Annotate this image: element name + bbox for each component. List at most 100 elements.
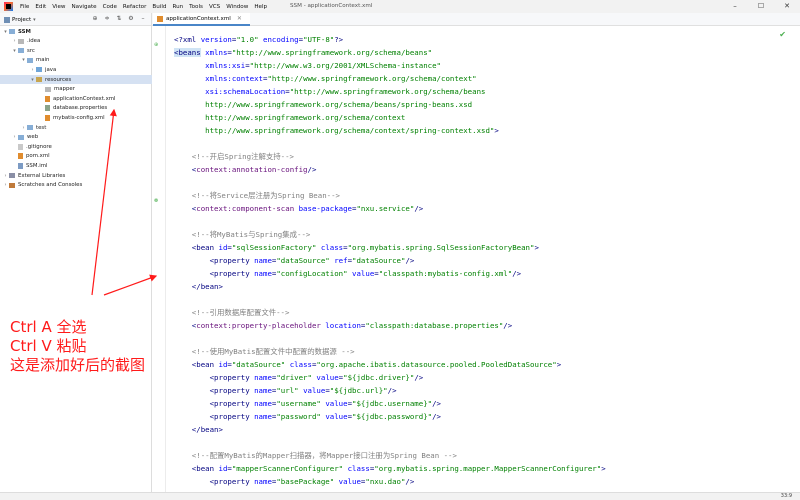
tree-item-label[interactable]: External Libraries <box>18 173 65 179</box>
code-line[interactable]: <context:component-scan base-package="nx… <box>174 202 423 215</box>
menu-item-refactor[interactable]: Refactor <box>120 4 149 10</box>
tree-item-label[interactable]: applicationContext.xml <box>53 96 116 102</box>
code-line[interactable]: <!--开启Spring注解支持--> <box>174 150 294 163</box>
tree-item-label[interactable]: Scratches and Consoles <box>18 182 82 188</box>
menu-item-help[interactable]: Help <box>251 4 270 10</box>
tree-item[interactable]: applicationContext.xml <box>0 94 152 103</box>
code-line[interactable]: xmlns:xsi="http://www.w3.org/2001/XMLSch… <box>174 59 441 72</box>
tree-item-label[interactable]: SSM <box>18 29 31 35</box>
expand-arrow-icon[interactable]: ▾ <box>20 57 27 63</box>
code-line[interactable]: </bean> <box>174 423 223 436</box>
code-line[interactable]: <property name="configLocation" value="c… <box>174 267 522 280</box>
tree-item[interactable]: › web <box>0 133 152 142</box>
code-line[interactable]: <bean id="dataSource" class="org.apache.… <box>174 358 561 371</box>
tab-label[interactable]: applicationContext.xml <box>166 16 231 22</box>
menu-item-run[interactable]: Run <box>169 4 186 10</box>
code-line[interactable]: <property name="password" value="${jdbc.… <box>174 410 441 423</box>
code-line[interactable]: <property name="dataSource" ref="dataSou… <box>174 254 415 267</box>
code-line[interactable]: <!--使用MyBatis配置文件中配置的数据源 --> <box>174 345 355 358</box>
tree-item-label[interactable]: pom.xml <box>26 153 50 159</box>
tree-item[interactable]: ▾ main <box>0 56 152 65</box>
menu-item-navigate[interactable]: Navigate <box>69 4 100 10</box>
collapse-all-icon[interactable]: ⇅ <box>115 15 123 22</box>
tree-item[interactable]: SSM.iml <box>0 161 152 170</box>
tree-item-label[interactable]: .gitignore <box>26 144 52 150</box>
tree-item[interactable]: › test <box>0 123 152 132</box>
expand-arrow-icon[interactable]: › <box>20 125 27 131</box>
tree-item-label[interactable]: mybatis-config.xml <box>53 115 105 121</box>
menu-item-view[interactable]: View <box>49 4 68 10</box>
tree-item[interactable]: mapper <box>0 85 152 94</box>
tree-item-label[interactable]: test <box>36 125 46 131</box>
code-line[interactable]: <bean id="sqlSessionFactory" class="org.… <box>174 241 539 254</box>
code-editor[interactable]: ✔ <?xml version="1.0" encoding="UTF-8"?>… <box>166 26 800 492</box>
expand-arrow-icon[interactable]: › <box>2 182 9 188</box>
chevron-down-icon[interactable]: ▾ <box>33 17 36 23</box>
code-line[interactable]: xsi:schemaLocation="http://www.springfra… <box>174 85 485 98</box>
tree-item[interactable]: › Scratches and Consoles <box>0 181 152 190</box>
code-line[interactable]: <?xml version="1.0" encoding="UTF-8"?> <box>174 33 343 46</box>
tree-item[interactable]: mybatis-config.xml <box>0 113 152 122</box>
code-line[interactable]: <!--将MyBatis与Spring集成--> <box>174 228 311 241</box>
expand-arrow-icon[interactable]: › <box>2 173 9 179</box>
code-line[interactable]: <bean id="mapperScannerConfigurer" class… <box>174 462 606 475</box>
tree-item-label[interactable]: database.properties <box>53 105 107 111</box>
code-line[interactable]: </bean> <box>174 280 223 293</box>
expand-arrow-icon[interactable]: ▾ <box>29 77 36 83</box>
menu-item-build[interactable]: Build <box>149 4 169 10</box>
expand-arrow-icon[interactable]: › <box>11 38 18 44</box>
project-panel-header[interactable]: Project ▾ ⊕ ≑ ⇅ ⚙ – <box>0 13 152 26</box>
minimize-button[interactable]: – <box>722 0 748 13</box>
gear-icon[interactable]: ⚙ <box>127 15 135 22</box>
tree-item[interactable]: pom.xml <box>0 152 152 161</box>
menu-item-window[interactable]: Window <box>223 4 251 10</box>
tree-item-label[interactable]: resources <box>45 77 71 83</box>
caret-position[interactable]: 33:9 <box>781 493 792 499</box>
expand-all-icon[interactable]: ≑ <box>103 15 111 22</box>
inspection-ok-icon[interactable]: ✔ <box>779 30 786 39</box>
menu-item-edit[interactable]: Edit <box>32 4 49 10</box>
tab-applicationContext[interactable]: applicationContext.xml ✕ <box>153 13 250 26</box>
tree-item[interactable]: › External Libraries <box>0 171 152 180</box>
code-line[interactable]: <context:property-placeholder location="… <box>174 319 512 332</box>
code-line[interactable]: http://www.springframework.org/schema/co… <box>174 111 405 124</box>
hide-panel-icon[interactable]: – <box>139 15 147 22</box>
tree-item-label[interactable]: web <box>27 134 38 140</box>
project-panel-label[interactable]: Project <box>12 17 31 23</box>
code-line[interactable]: <!--将Service层注册为Spring Bean--> <box>174 189 340 202</box>
code-line[interactable]: <!--引用数据库配置文件--> <box>174 306 290 319</box>
tree-item-label[interactable]: main <box>36 57 49 63</box>
code-line[interactable]: <property name="url" value="${jdbc.url}"… <box>174 384 397 397</box>
code-line[interactable]: <context:annotation-config/> <box>174 163 317 176</box>
maximize-button[interactable]: ☐ <box>748 0 774 13</box>
code-line[interactable]: <!--配置MyBatis的Mapper扫描器，将Mapper接口注册为Spri… <box>174 449 457 462</box>
tree-item[interactable]: ▾ src <box>0 46 152 55</box>
code-line[interactable]: <beans xmlns="http://www.springframework… <box>174 46 432 59</box>
tree-item[interactable]: › .idea <box>0 37 152 46</box>
tree-item[interactable]: ▾ SSM <box>0 27 152 36</box>
tree-item[interactable]: › java <box>0 65 152 74</box>
code-line[interactable]: http://www.springframework.org/schema/be… <box>174 98 472 111</box>
expand-arrow-icon[interactable]: ▾ <box>2 29 9 35</box>
tree-item[interactable]: .gitignore <box>0 142 152 151</box>
tree-item-label[interactable]: java <box>45 67 56 73</box>
code-line[interactable]: xmlns:context="http://www.springframewor… <box>174 72 476 85</box>
locate-icon[interactable]: ⊕ <box>91 15 99 22</box>
menu-item-tools[interactable]: Tools <box>186 4 206 10</box>
tree-item-label[interactable]: mapper <box>54 86 75 92</box>
menu-item-file[interactable]: File <box>17 4 32 10</box>
bean-gutter-icon[interactable]: ⊕ <box>154 42 158 48</box>
close-icon[interactable]: ✕ <box>237 15 242 22</box>
tree-item[interactable]: ▾ resources <box>0 75 152 84</box>
tree-item-label[interactable]: .idea <box>27 38 40 44</box>
code-line[interactable]: <property name="basePackage" value="nxu.… <box>174 475 415 488</box>
tree-item-label[interactable]: SSM.iml <box>26 163 47 169</box>
code-line[interactable]: <property name="username" value="${jdbc.… <box>174 397 441 410</box>
expand-arrow-icon[interactable]: ▾ <box>11 48 18 54</box>
spring-gutter-icon[interactable]: ❁ <box>154 198 158 204</box>
menu-item-vcs[interactable]: VCS <box>206 4 223 10</box>
code-line[interactable]: <property name="driver" value="${jdbc.dr… <box>174 371 424 384</box>
code-line[interactable]: http://www.springframework.org/schema/co… <box>174 124 499 137</box>
tree-item-label[interactable]: src <box>27 48 35 54</box>
expand-arrow-icon[interactable]: › <box>29 67 36 73</box>
